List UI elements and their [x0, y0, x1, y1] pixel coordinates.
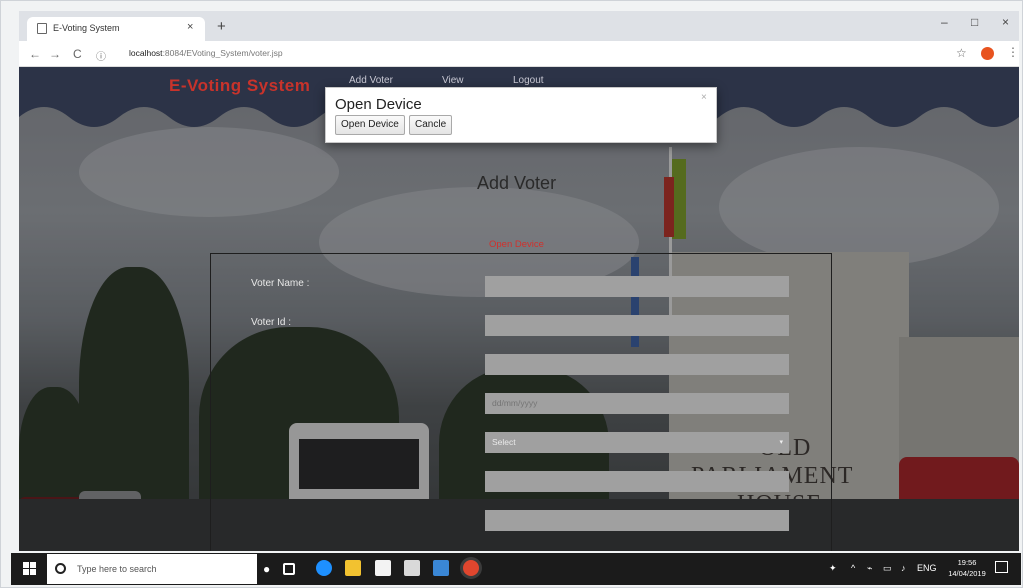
site-info-icon[interactable]: ⓘ	[96, 48, 106, 63]
voter-name-label: Voter Name :	[251, 278, 310, 289]
volume-icon[interactable]: ♪	[901, 563, 906, 573]
reload-icon[interactable]: C	[73, 47, 82, 61]
nav-view[interactable]: View	[442, 75, 464, 86]
battery-icon[interactable]: ▭	[883, 563, 892, 574]
chevron-down-icon: ▾	[779, 439, 783, 446]
tab-close-icon[interactable]: ×	[187, 21, 193, 33]
mail-icon[interactable]	[404, 560, 420, 576]
new-tab-icon[interactable]: +	[217, 18, 226, 35]
voter-id-label: Voter Id :	[251, 317, 292, 328]
edge-browser-icon[interactable]	[316, 560, 332, 576]
profile-avatar[interactable]	[981, 47, 994, 60]
notification-icon[interactable]	[995, 561, 1008, 573]
taskbar-search-box[interactable]: Type here to search ●	[47, 554, 270, 584]
chrome-icon[interactable]	[463, 560, 479, 576]
page-title: Add Voter	[477, 173, 557, 193]
clock-date: 14/04/2019	[948, 569, 986, 578]
store-icon[interactable]	[375, 560, 391, 576]
voter-name-input[interactable]	[485, 276, 789, 297]
back-icon[interactable]: ←	[29, 47, 41, 61]
language-indicator[interactable]: ENG	[917, 563, 937, 573]
browser-tab[interactable]: E-Voting System ×	[27, 17, 205, 41]
people-icon[interactable]: ✦	[829, 563, 837, 574]
taskbar-clock[interactable]: 19:56 14/04/2019	[947, 557, 987, 579]
microphone-icon[interactable]: ●	[263, 562, 270, 576]
search-icon	[55, 563, 66, 574]
url-host: localhost	[129, 48, 163, 58]
bookmark-star-icon[interactable]: ☆	[956, 46, 967, 60]
minimize-icon[interactable]: –	[941, 15, 948, 29]
nav-logout[interactable]: Logout	[513, 75, 544, 86]
forward-icon[interactable]: →	[49, 47, 61, 61]
cancel-button[interactable]: Cancle	[409, 115, 453, 135]
network-icon[interactable]: ⌁	[867, 563, 872, 574]
form-input-7[interactable]	[485, 510, 789, 531]
task-view-icon[interactable]	[283, 563, 295, 575]
url-path: :8084/EVoting_System/voter.jsp	[162, 48, 283, 58]
app-icon[interactable]	[433, 560, 449, 576]
url-field[interactable]: localhost:8084/EVoting_System/voter.jsp	[129, 48, 283, 58]
modal-close-icon[interactable]: ×	[701, 92, 707, 103]
form-input-3[interactable]	[485, 354, 789, 375]
maximize-icon[interactable]: □	[971, 15, 978, 29]
select-value: Select	[492, 437, 516, 447]
close-window-icon[interactable]: ×	[1002, 15, 1009, 29]
form-input-6[interactable]	[485, 471, 789, 492]
select-dropdown[interactable]: Select ▾	[485, 432, 789, 453]
page-icon	[37, 23, 47, 34]
nav-add-voter[interactable]: Add Voter	[349, 75, 393, 86]
clock-time: 19:56	[957, 558, 977, 567]
modal-title: Open Device	[335, 96, 422, 113]
windows-taskbar: Type here to search ● ✦ ^ ⌁ ▭ ♪ ENG 19:5…	[11, 553, 1021, 585]
browser-window: E-Voting System × + – □ × ← → C ⓘ localh…	[0, 0, 1023, 588]
tab-title: E-Voting System	[53, 23, 120, 33]
taskbar-search-placeholder: Type here to search	[77, 564, 157, 574]
open-device-modal: Open Device × Open Device Cancle	[325, 87, 717, 143]
open-device-link[interactable]: Open Device	[489, 239, 544, 250]
tray-chevron-icon[interactable]: ^	[851, 563, 855, 573]
windows-start-icon[interactable]	[23, 562, 36, 575]
tab-strip: E-Voting System × + – □ ×	[19, 11, 1019, 41]
date-of-birth-input[interactable]	[485, 393, 789, 414]
site-brand[interactable]: E-Voting System	[169, 76, 310, 96]
address-bar: ← → C ⓘ localhost:8084/EVoting_System/vo…	[19, 41, 1019, 67]
file-explorer-icon[interactable]	[345, 560, 361, 576]
voter-id-input[interactable]	[485, 315, 789, 336]
page-viewport: OLD PARLIAMENT HOUSE E-Voting System Add…	[19, 67, 1019, 551]
open-device-button[interactable]: Open Device	[335, 115, 405, 135]
browser-menu-icon[interactable]: ⋮	[1007, 45, 1019, 59]
